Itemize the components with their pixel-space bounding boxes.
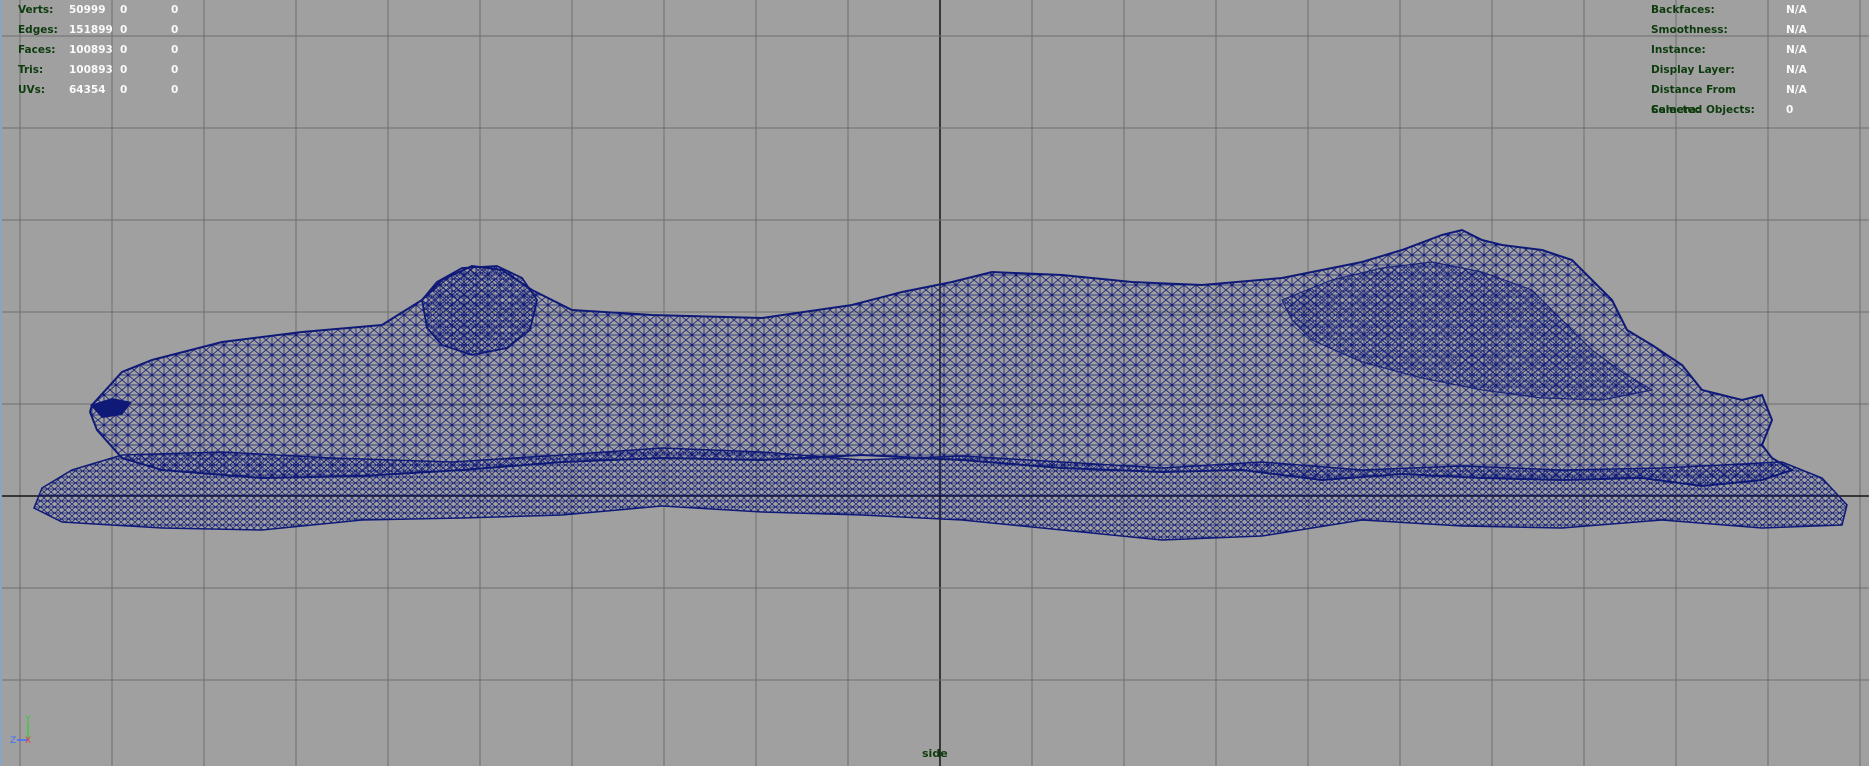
poly-count-triangles-selected: 0 bbox=[171, 4, 179, 16]
poly-count-row: Tris: 100893 0 0 bbox=[18, 60, 211, 80]
poly-count-total: 50999 bbox=[69, 4, 106, 16]
poly-count-row: UVs: 64354 0 0 bbox=[18, 80, 211, 100]
poly-count-triangles-selected: 0 bbox=[171, 24, 179, 36]
poly-count-triangles-selected: 0 bbox=[171, 44, 179, 56]
poly-count-selected: 0 bbox=[120, 44, 128, 56]
view-axis-gizmo: Y Z X bbox=[8, 714, 38, 748]
object-detail-value: N/A bbox=[1786, 4, 1807, 16]
object-detail-row: Backfaces: N/A bbox=[1651, 0, 1807, 20]
poly-count-triangles-selected: 0 bbox=[171, 84, 179, 96]
poly-count-total: 64354 bbox=[69, 84, 106, 96]
poly-count-selected: 0 bbox=[120, 24, 128, 36]
object-detail-row: Display Layer: N/A bbox=[1651, 60, 1807, 80]
poly-count-selected: 0 bbox=[120, 64, 128, 76]
object-detail-label: Instance: bbox=[1651, 44, 1706, 56]
poly-count-label: UVs: bbox=[18, 84, 46, 96]
object-detail-label: Selected Objects: bbox=[1651, 104, 1755, 116]
object-detail-value: N/A bbox=[1786, 84, 1807, 96]
object-detail-label: Display Layer: bbox=[1651, 64, 1735, 76]
camera-name-label: side bbox=[922, 747, 948, 760]
poly-count-triangles-selected: 0 bbox=[171, 64, 179, 76]
object-detail-label: Smoothness: bbox=[1651, 24, 1728, 36]
object-detail-value: N/A bbox=[1786, 44, 1807, 56]
poly-count-row: Edges: 151899 0 0 bbox=[18, 20, 211, 40]
poly-count-label: Verts: bbox=[18, 4, 54, 16]
poly-count-row: Verts: 50999 0 0 bbox=[18, 0, 211, 20]
viewport-canvas[interactable] bbox=[2, 0, 1869, 766]
object-details-hud: Backfaces: N/A Smoothness: N/A Instance: N/A D… bbox=[1651, 0, 1807, 120]
poly-count-total: 151899 bbox=[69, 24, 113, 36]
axis-z-label: Z bbox=[10, 736, 16, 744]
object-detail-value: N/A bbox=[1786, 24, 1807, 36]
axis-y-label: Y bbox=[24, 715, 31, 725]
poly-count-total: 100893 bbox=[69, 44, 113, 56]
poly-count-hud: Verts: 50999 0 0 Edges: 151899 0 0 Faces: 100893 0… bbox=[18, 0, 211, 100]
poly-count-total: 100893 bbox=[69, 64, 113, 76]
object-detail-label: Backfaces: bbox=[1651, 4, 1715, 16]
object-detail-row: Instance: N/A bbox=[1651, 40, 1807, 60]
object-detail-label: Distance From Camera: bbox=[1651, 84, 1736, 116]
axis-x-label: X bbox=[25, 736, 31, 744]
poly-count-label: Faces: bbox=[18, 44, 56, 56]
side-viewport[interactable]: Verts: 50999 0 0 Edges: 151899 0 0 Faces: 100893 0… bbox=[0, 0, 1869, 766]
object-detail-value: 0 bbox=[1786, 104, 1794, 116]
poly-count-label: Edges: bbox=[18, 24, 58, 36]
object-detail-row: Smoothness: N/A bbox=[1651, 20, 1807, 40]
poly-count-label: Tris: bbox=[18, 64, 44, 76]
object-detail-value: N/A bbox=[1786, 64, 1807, 76]
object-detail-row: Distance From Camera: N/A bbox=[1651, 80, 1807, 116]
poly-count-selected: 0 bbox=[120, 4, 128, 16]
object-detail-row: Selected Objects: 0 bbox=[1651, 100, 1807, 120]
poly-count-row: Faces: 100893 0 0 bbox=[18, 40, 211, 60]
poly-count-selected: 0 bbox=[120, 84, 128, 96]
